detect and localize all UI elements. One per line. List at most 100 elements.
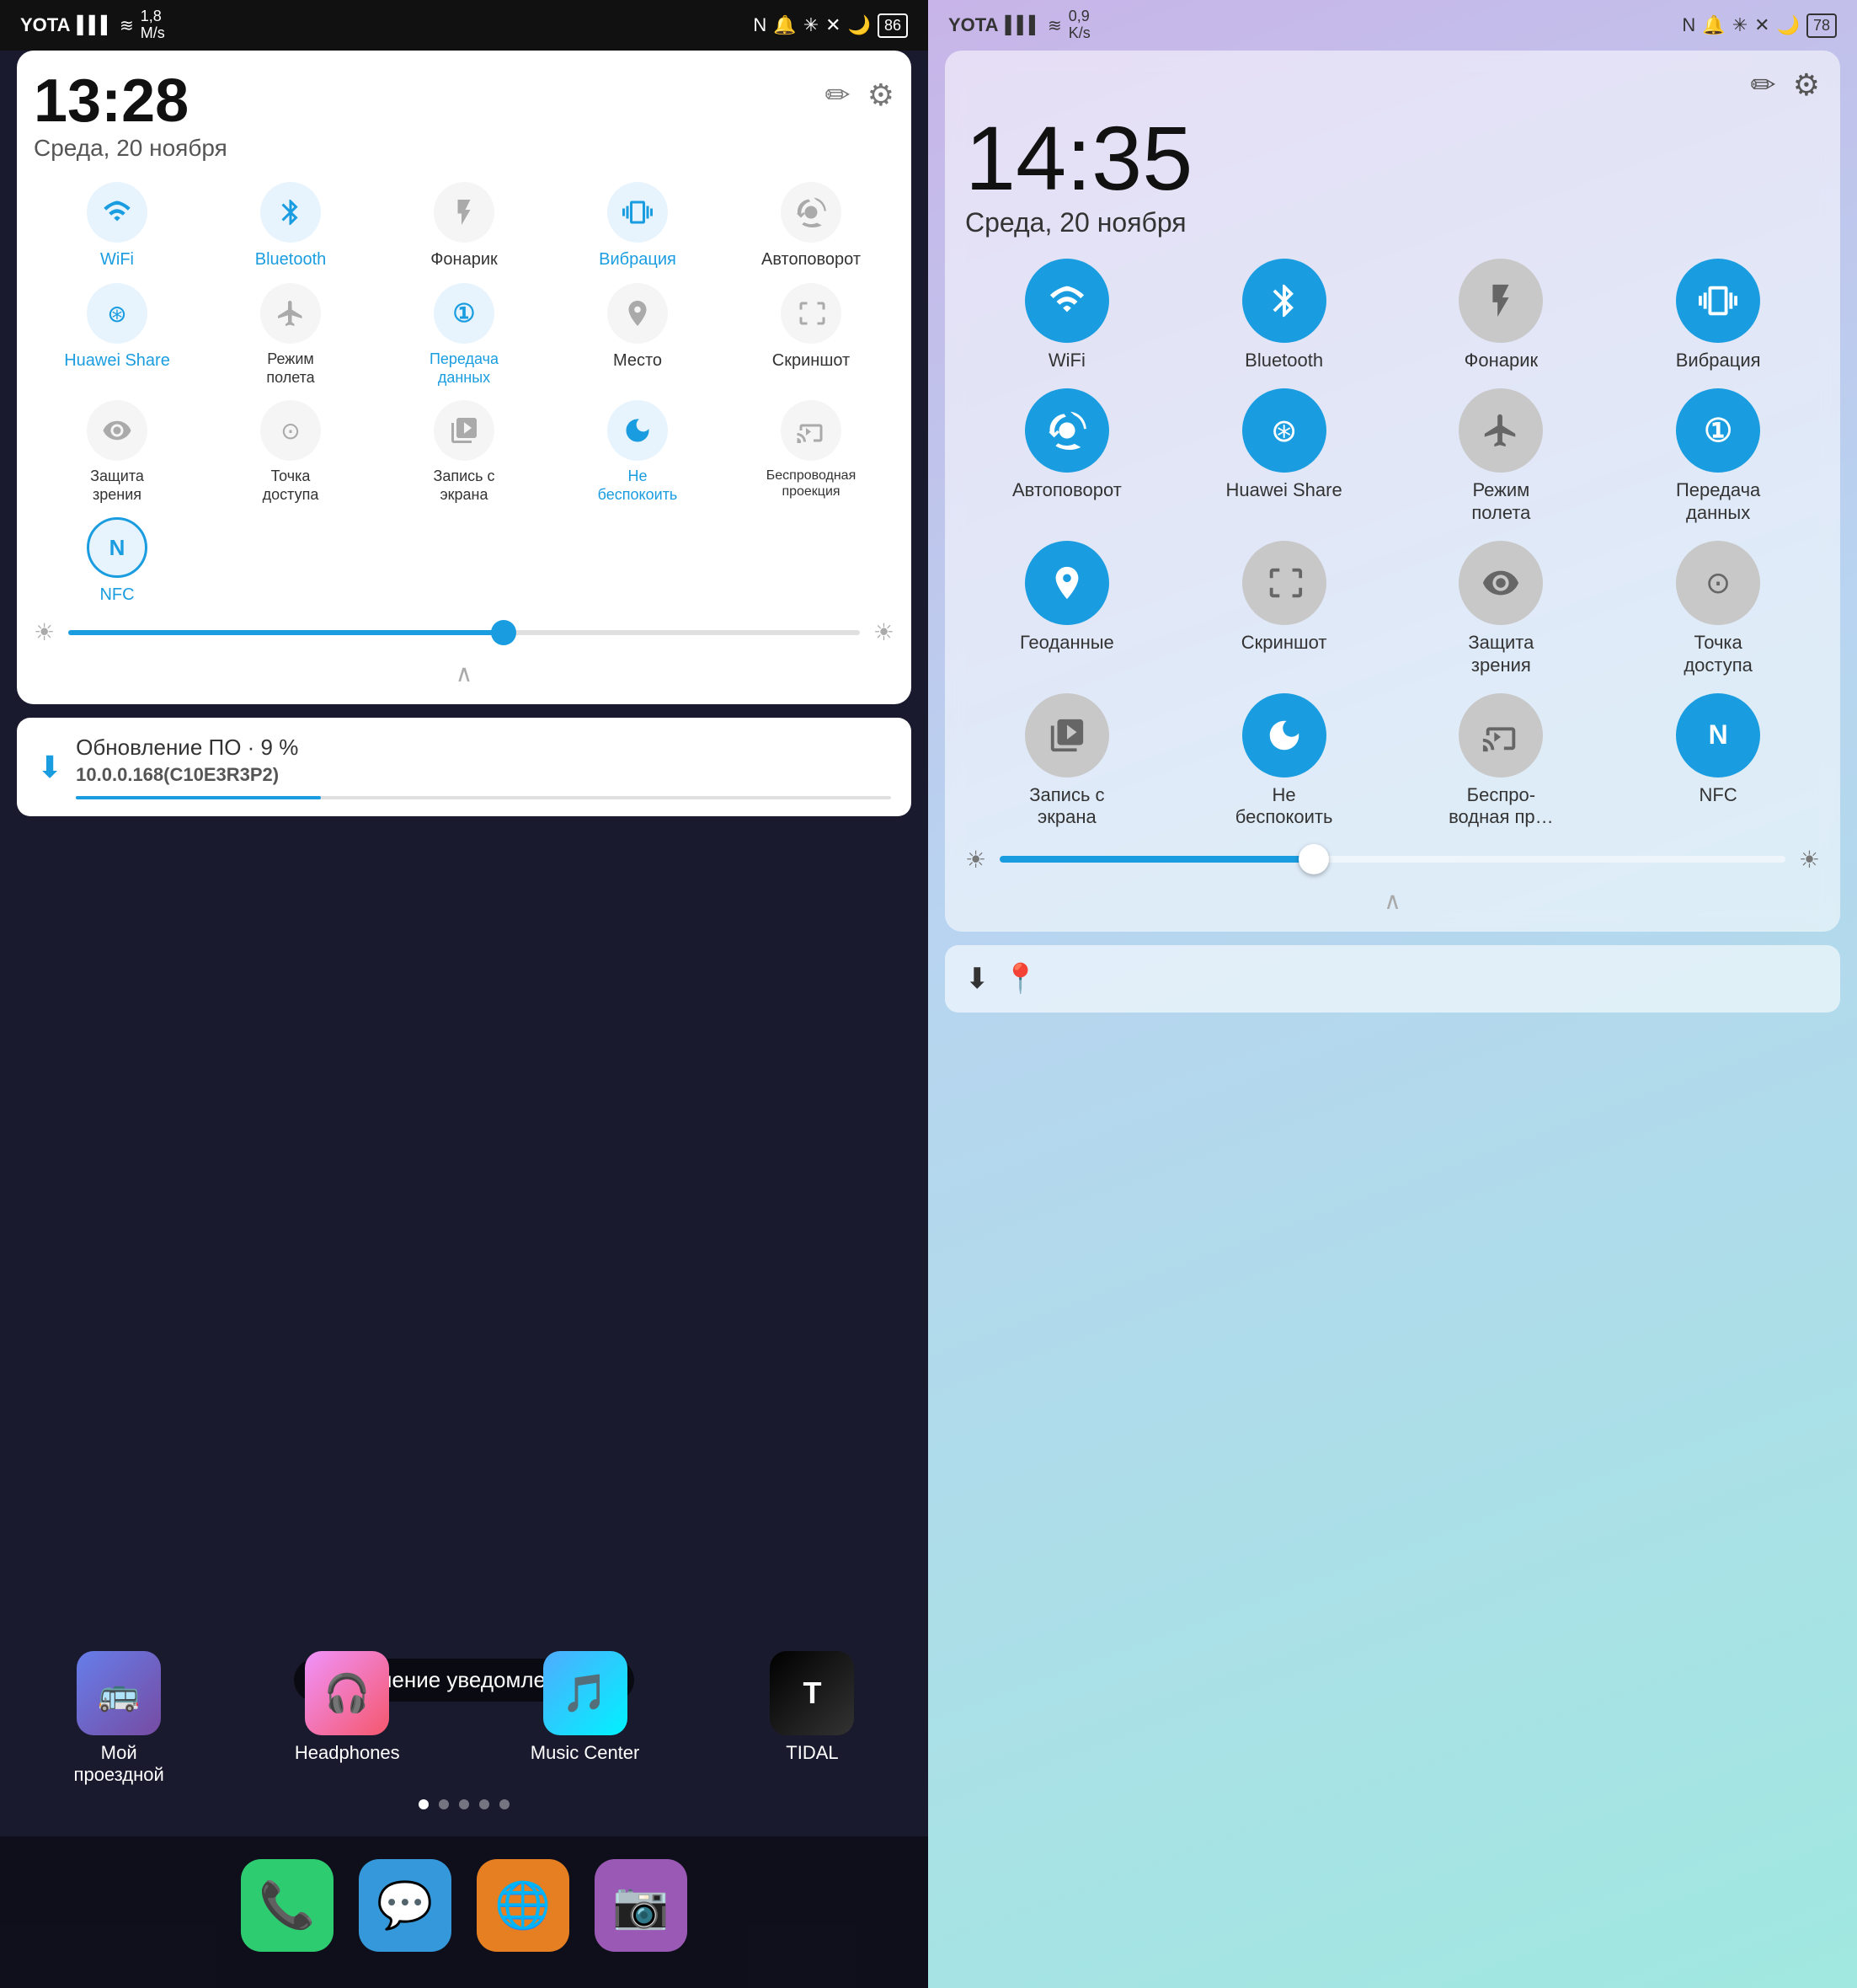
toggle-autorotate-left[interactable]: Автоповорот	[728, 182, 894, 270]
notif-progress-fill-left	[76, 796, 320, 799]
toggle-wireless-proj-left[interactable]: Беспроводнаяпроекция	[728, 400, 894, 504]
notif-text-left: Обновление ПО · 9 % 10.0.0.168(C10E3R3P2…	[76, 735, 891, 799]
bottom-bar-right: ⬇ 📍	[945, 945, 1840, 1013]
panel-chevron-left[interactable]: ∧	[34, 660, 894, 687]
panel-date-right: Среда, 20 ноября	[965, 207, 1820, 238]
toggle-wifi-left[interactable]: WiFi	[34, 182, 200, 270]
toggle-eye-right[interactable]: Защитазрения	[1400, 541, 1604, 676]
eye-icon-circle-left	[87, 400, 147, 461]
screenshot-label-left: Скриншот	[772, 350, 850, 371]
toggle-screen-record-left[interactable]: Запись сэкрана	[381, 400, 547, 504]
wifi-status-right: ≋	[1048, 15, 1062, 36]
nfc-circle-right: N	[1676, 693, 1760, 778]
tidal-label-left: TIDAL	[786, 1742, 838, 1764]
toggle-huawei-right[interactable]: ⊛ Huawei Share	[1182, 388, 1386, 524]
toggle-location-left[interactable]: Место	[554, 283, 721, 387]
flashlight-label-left: Фонарик	[430, 249, 498, 270]
toggle-airplane-left[interactable]: Режимполета	[207, 283, 374, 387]
brightness-thumb-left[interactable]	[491, 620, 516, 645]
camera-app-left[interactable]: 📷	[595, 1859, 687, 1952]
toggle-hotspot-right[interactable]: ⊙ Точкадоступа	[1616, 541, 1820, 676]
autorotate-label-right: Автоповорот	[1012, 479, 1122, 501]
page-dots-left	[17, 1799, 911, 1809]
screenshot-icon-circle-left	[781, 283, 841, 344]
toggle-bluetooth-right[interactable]: Bluetooth	[1182, 259, 1386, 371]
wifi-icon-left: ≋	[120, 15, 134, 36]
toggle-nfc-left[interactable]: N NFC	[34, 517, 200, 605]
toggle-bluetooth-left[interactable]: Bluetooth	[207, 182, 374, 270]
speed-left: 1,8M/s	[141, 8, 165, 42]
edit-icon-left[interactable]: ✏	[825, 77, 851, 113]
toggle-grid-left: WiFi Bluetooth Фонарик Виб	[34, 182, 894, 605]
brightness-thumb-right[interactable]	[1299, 844, 1329, 874]
brightness-track-left[interactable]	[68, 630, 860, 635]
toggle-eye-left[interactable]: Защитазрения	[34, 400, 200, 504]
toggle-data-left[interactable]: ① Передачаданных	[381, 283, 547, 387]
alarm-icon-right: 🔔	[1702, 14, 1725, 36]
edit-icon-right[interactable]: ✏	[1751, 67, 1776, 103]
app-tidal-left[interactable]: T TIDAL	[770, 1651, 854, 1786]
toggle-screen-record-right[interactable]: Запись сэкрана	[965, 693, 1169, 829]
toggle-flashlight-left[interactable]: Фонарик	[381, 182, 547, 270]
wifi-label-left: WiFi	[100, 249, 134, 270]
app-music-left[interactable]: 🎵 Music Center	[531, 1651, 640, 1786]
browser-app-left[interactable]: 🌐	[477, 1859, 569, 1952]
toggle-data-right[interactable]: ① Передачаданных	[1616, 388, 1820, 524]
toggle-nfc-right[interactable]: N NFC	[1616, 693, 1820, 829]
nfc-icon-left: N	[753, 14, 766, 36]
toggle-wireless-proj-right[interactable]: Беспро-водная пр…	[1400, 693, 1604, 829]
messages-app-left[interactable]: 💬	[359, 1859, 451, 1952]
settings-icon-left[interactable]: ⚙	[867, 77, 894, 113]
dnd-circle-right	[1242, 693, 1326, 778]
mute-icon-right: ✕	[1754, 14, 1769, 36]
toggle-flashlight-right[interactable]: Фонарик	[1400, 259, 1604, 371]
music-label-left: Music Center	[531, 1742, 640, 1764]
settings-icon-right[interactable]: ⚙	[1793, 67, 1820, 103]
app-mytravel-left[interactable]: 🚌 Мойпроездной	[74, 1651, 164, 1786]
quick-panel-right: ✏ ⚙ 14:35 Среда, 20 ноября WiFi Bluetoot…	[945, 51, 1840, 932]
speed-right: 0,9K/s	[1069, 8, 1091, 42]
status-bar-right: YOTA ▌▌▌ ≋ 0,9K/s N 🔔 ✳ ✕ 🌙 78	[928, 0, 1857, 51]
mytravel-icon-left: 🚌	[77, 1651, 161, 1735]
airplane-label-right: Режимполета	[1471, 479, 1530, 524]
panel-chevron-right[interactable]: ∧	[965, 887, 1820, 915]
toggle-dnd-right[interactable]: Небеспокоить	[1182, 693, 1386, 829]
location-icon-right: 📍	[1003, 962, 1038, 996]
brightness-high-icon-right: ☀	[1799, 846, 1820, 874]
toggle-screenshot-right[interactable]: Скриншот	[1182, 541, 1386, 676]
toggle-grid-right: WiFi Bluetooth Фонарик Виб	[965, 259, 1820, 829]
toggle-vibration-right[interactable]: Вибрация	[1616, 259, 1820, 371]
toggle-screenshot-left[interactable]: Скриншот	[728, 283, 894, 387]
dock-row-left: 🚌 Мойпроездной 🎧 Headphones 🎵 Music Cent…	[17, 1651, 911, 1786]
battery-left: 86	[878, 13, 908, 38]
airplane-label-left: Режимполета	[266, 350, 314, 387]
panel-time-right: 14:35	[965, 113, 1820, 204]
dot-4-left	[479, 1799, 489, 1809]
huawei-share-icon-circle-left: ⊛	[87, 283, 147, 344]
airplane-icon-circle-left	[260, 283, 321, 344]
toggle-autorotate-right[interactable]: Автоповорот	[965, 388, 1169, 524]
brightness-fill-left	[68, 630, 504, 635]
huawei-share-label-left: Huawei Share	[64, 350, 170, 371]
panel-date-left: Среда, 20 ноября	[34, 135, 227, 162]
toggle-wifi-right[interactable]: WiFi	[965, 259, 1169, 371]
brightness-track-right[interactable]	[1000, 856, 1785, 863]
toggle-vibration-left[interactable]: Вибрация	[554, 182, 721, 270]
toggle-airplane-right[interactable]: Режимполета	[1400, 388, 1604, 524]
carrier-right: YOTA	[948, 14, 998, 36]
phone-right: YOTA ▌▌▌ ≋ 0,9K/s N 🔔 ✳ ✕ 🌙 78 ✏ ⚙ 14:35…	[928, 0, 1857, 1988]
toggle-dnd-left[interactable]: Небеспокоить	[554, 400, 721, 504]
hotspot-label-left: Точкадоступа	[263, 468, 319, 504]
huawei-circle-right: ⊛	[1242, 388, 1326, 473]
phone-app-left[interactable]: 📞	[241, 1859, 334, 1952]
geodata-label-right: Геоданные	[1020, 632, 1114, 654]
toggle-hotspot-left[interactable]: ⊙ Точкадоступа	[207, 400, 374, 504]
screen-record-icon-circle-left	[434, 400, 494, 461]
toggle-huawei-share-left[interactable]: ⊛ Huawei Share	[34, 283, 200, 387]
app-headphones-left[interactable]: 🎧 Headphones	[295, 1651, 400, 1786]
screenshot-circle-right	[1242, 541, 1326, 625]
phone-left: YOTA ▌▌▌ ≋ 1,8M/s N 🔔 ✳ ✕ 🌙 86 13:28 Сре…	[0, 0, 928, 1988]
brightness-row-right: ☀ ☀	[965, 846, 1820, 874]
panel-header-right: ✏ ⚙	[965, 67, 1820, 103]
toggle-geodata-right[interactable]: Геоданные	[965, 541, 1169, 676]
